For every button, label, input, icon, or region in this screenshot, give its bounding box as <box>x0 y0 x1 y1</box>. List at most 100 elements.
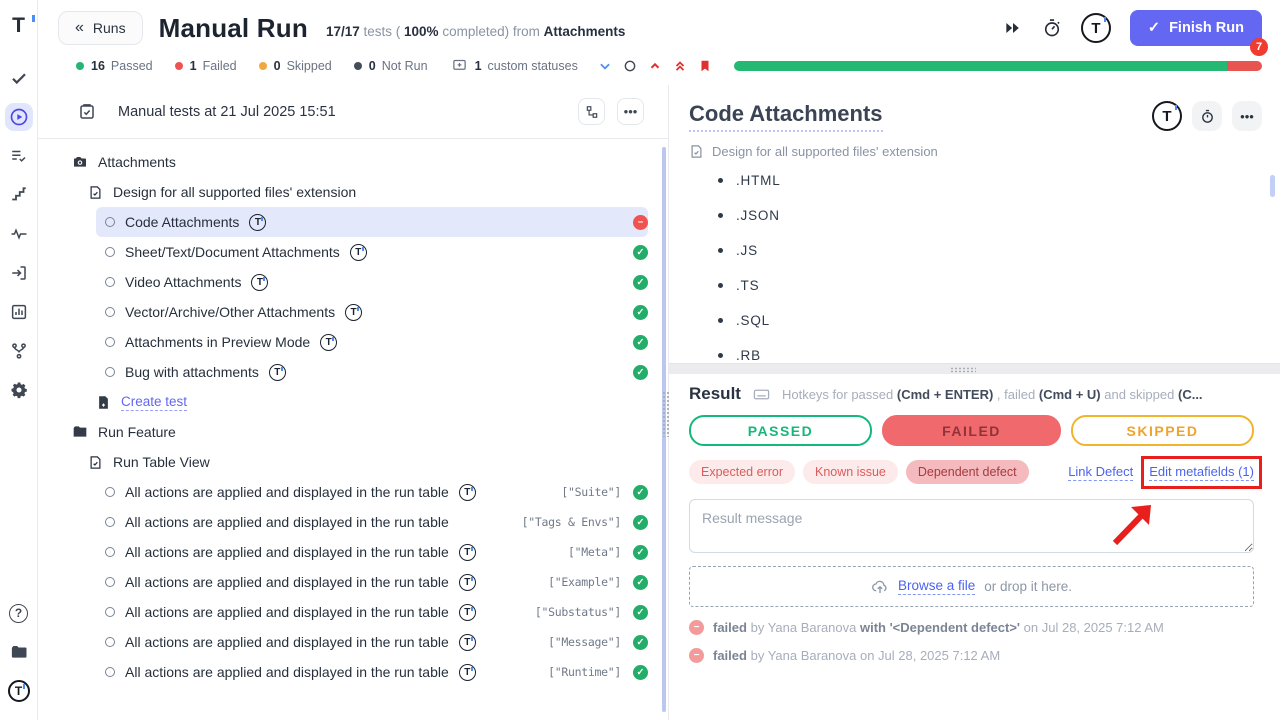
sidebar-item-steps[interactable] <box>5 181 33 209</box>
progress-failed-segment <box>1227 61 1262 71</box>
test-row-run-table-runtime[interactable]: All actions are applied and displayed in… <box>96 657 648 687</box>
clipboard-check-icon <box>78 103 96 121</box>
dropzone-hint: or drop it here. <box>984 579 1072 594</box>
app-window: T ? <box>0 0 1280 720</box>
sidebar-item-settings[interactable] <box>5 376 33 404</box>
sidebar-item-results[interactable] <box>5 64 33 92</box>
extension-item: .TS <box>689 278 1260 293</box>
sidebar-item-import[interactable] <box>5 259 33 287</box>
percent-complete: 100% <box>404 24 439 39</box>
back-to-runs-button[interactable]: « Runs <box>58 11 143 45</box>
create-test-link[interactable]: Create test <box>121 394 187 411</box>
detail-more-button[interactable]: ••• <box>1232 101 1262 131</box>
edit-metafields-link[interactable]: Edit metafields (1) <box>1149 464 1254 481</box>
passed-button[interactable]: PASSED <box>689 415 872 446</box>
suite-row-run-feature[interactable]: Run Feature <box>38 417 668 447</box>
test-row-run-table-meta[interactable]: All actions are applied and displayed in… <box>96 537 648 567</box>
sidebar-item-projects[interactable] <box>5 638 33 666</box>
tree-more-button[interactable]: ••• <box>617 98 644 125</box>
status-passed-icon: ✓ <box>633 635 648 650</box>
history-row: − failed by Yana Baranova on Jul 28, 202… <box>689 648 1254 663</box>
panel-resize-handle[interactable] <box>662 391 670 437</box>
feature-row-run-table-view[interactable]: Run Table View <box>38 447 668 477</box>
detail-scrollbar[interactable] <box>1270 175 1275 197</box>
sidebar-item-test-plans[interactable] <box>5 142 33 170</box>
test-row-run-table-suite[interactable]: All actions are applied and displayed in… <box>96 477 648 507</box>
notrun-count: 0 <box>369 59 376 73</box>
test-row-video-attachments[interactable]: Video Attachments T ✓ <box>96 267 648 297</box>
sidebar-item-activity[interactable] <box>5 220 33 248</box>
sidebar-item-branches[interactable] <box>5 337 33 365</box>
suite-label: Attachments <box>98 154 176 170</box>
test-title: All actions are applied and displayed in… <box>125 664 449 680</box>
test-title: Bug with attachments <box>125 364 259 380</box>
sidebar-item-analytics[interactable] <box>5 298 33 326</box>
test-circle-icon <box>105 307 115 317</box>
finish-run-label: Finish Run <box>1169 20 1244 36</box>
tree-header-buttons: ••• <box>578 98 644 125</box>
test-row-code-attachments[interactable]: Code Attachments T − <box>96 207 648 237</box>
status-passed-icon: ✓ <box>633 245 648 260</box>
file-dropzone[interactable]: Browse a file or drop it here. <box>689 566 1254 607</box>
bookmark-icon[interactable] <box>698 59 712 73</box>
app-logo[interactable]: T <box>5 12 33 40</box>
content-area: Manual tests at 21 Jul 2025 15:51 ••• At… <box>38 85 1280 720</box>
sidebar-item-runs[interactable] <box>5 103 33 131</box>
detail-suite-row: Design for all supported files' extensio… <box>669 132 1280 159</box>
link-defect-link[interactable]: Link Defect <box>1068 464 1133 481</box>
testomat-logo-icon: T <box>8 680 30 702</box>
test-timer-button[interactable] <box>1192 101 1222 131</box>
status-passed-icon: ✓ <box>633 605 648 620</box>
finish-run-button[interactable]: ✓ Finish Run 7 <box>1130 10 1262 46</box>
back-chevrons-icon: « <box>75 20 84 36</box>
left-icon-rail: T ? <box>0 0 38 720</box>
tag-known-issue[interactable]: Known issue <box>803 460 898 484</box>
test-row-run-table-message[interactable]: All actions are applied and displayed in… <box>96 627 648 657</box>
suite-row-attachments[interactable]: Attachments <box>38 147 668 177</box>
test-row-run-table-tags-envs[interactable]: All actions are applied and displayed in… <box>96 507 648 537</box>
divider-drag-handle[interactable] <box>950 367 976 373</box>
status-history: − failed by Yana Baranova with '<Depende… <box>669 607 1280 663</box>
detail-header: Code Attachments T ••• <box>669 85 1280 132</box>
sidebar-item-account[interactable]: T <box>5 677 33 705</box>
extension-item: .JSON <box>689 208 1260 223</box>
sidebar-item-help[interactable]: ? <box>5 599 33 627</box>
test-row-bug-attachments[interactable]: Bug with attachments T ✓ <box>96 357 648 387</box>
tree-view-toggle-button[interactable] <box>578 98 605 125</box>
test-row-preview-mode[interactable]: Attachments in Preview Mode T ✓ <box>96 327 648 357</box>
tag-dependent-defect[interactable]: Dependent defect <box>906 460 1029 484</box>
import-icon <box>10 264 28 282</box>
failed-button[interactable]: FAILED <box>882 415 1061 446</box>
chevron-down-icon[interactable] <box>598 59 612 73</box>
circle-status-icon[interactable] <box>623 59 637 73</box>
test-row-run-table-example[interactable]: All actions are applied and displayed in… <box>96 567 648 597</box>
double-chevron-up-icon[interactable] <box>673 59 687 73</box>
browse-file-link[interactable]: Browse a file <box>898 578 975 595</box>
hotkey-failed: (Cmd + U) <box>1039 387 1101 402</box>
notification-badge[interactable]: 7 <box>1250 38 1268 56</box>
feature-row-design[interactable]: Design for all supported files' extensio… <box>38 177 668 207</box>
test-tag: ["Suite"] <box>561 485 621 499</box>
status-failed-icon: − <box>689 620 704 635</box>
test-row-run-table-substatus[interactable]: All actions are applied and displayed in… <box>96 597 648 627</box>
chevron-up-icon[interactable] <box>648 59 662 73</box>
create-test-row[interactable]: Create test <box>38 387 668 417</box>
test-row-vector-attachments[interactable]: Vector/Archive/Other Attachments T ✓ <box>96 297 648 327</box>
description-scroll-area[interactable]: .HTML .JSON .JS .TS .SQL .RB .PY <box>669 159 1280 363</box>
test-detail-title[interactable]: Code Attachments <box>689 101 883 132</box>
skipped-button[interactable]: SKIPPED <box>1071 415 1254 446</box>
bar-chart-icon <box>10 303 28 321</box>
org-logo-icon[interactable]: T <box>1081 13 1111 43</box>
passed-count: 16 <box>91 59 105 73</box>
fast-forward-button[interactable] <box>1003 18 1023 38</box>
testomat-badge-icon[interactable]: T <box>1152 101 1182 131</box>
notrun-dot-icon <box>354 62 362 70</box>
tag-expected-error[interactable]: Expected error <box>689 460 795 484</box>
test-circle-icon <box>105 607 115 617</box>
extension-item: .HTML <box>689 173 1260 188</box>
testomat-badge-icon: T <box>459 604 476 621</box>
result-message-input[interactable] <box>689 499 1254 553</box>
test-row-sheet-attachments[interactable]: Sheet/Text/Document Attachments T ✓ <box>96 237 648 267</box>
progress-passed-segment <box>734 61 1227 71</box>
timer-button[interactable] <box>1042 18 1062 38</box>
